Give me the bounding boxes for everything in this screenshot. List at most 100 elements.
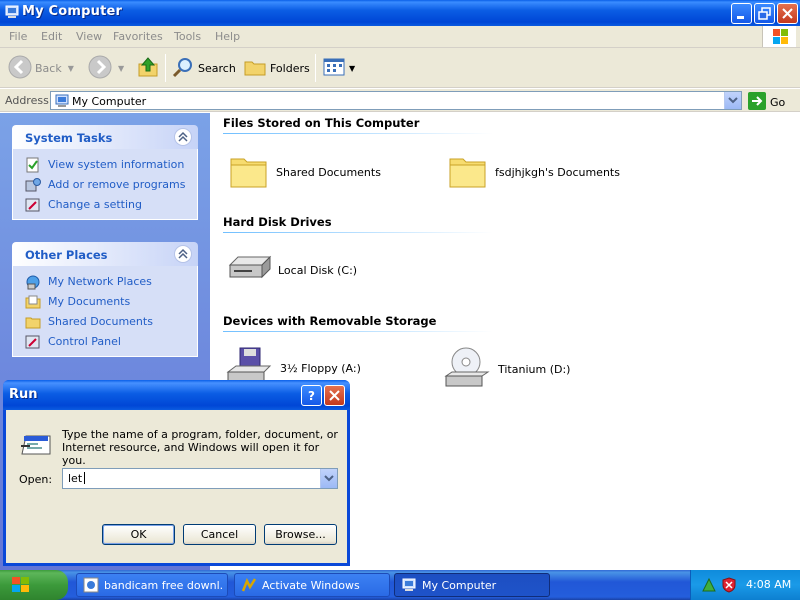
group-title: Hard Disk Drives	[223, 215, 332, 229]
run-icon	[20, 430, 52, 461]
window-titlebar[interactable]: My Computer	[0, 0, 800, 26]
task-my-computer[interactable]: My Computer	[394, 573, 550, 597]
folder-icon	[447, 151, 489, 194]
text-cursor	[84, 472, 86, 484]
titanium-d-item[interactable]: Titanium (D:)	[444, 346, 570, 393]
my-documents-icon	[25, 294, 41, 313]
folders-label: Folders	[270, 61, 310, 75]
up-folder-button[interactable]	[136, 54, 160, 82]
other-places-header[interactable]: Other Places	[12, 242, 198, 266]
system-tasks-panel: System Tasks View system information Add…	[12, 125, 198, 220]
folders-button[interactable]: Folders	[243, 54, 310, 82]
local-disk-c-item[interactable]: Local Disk (C:)	[226, 251, 357, 290]
search-button[interactable]: Search	[171, 54, 236, 82]
windows-logo-icon	[762, 26, 796, 47]
run-body: Type the name of a program, folder, docu…	[6, 410, 347, 563]
svg-text:?: ?	[308, 389, 315, 402]
minimize-button[interactable]	[731, 3, 752, 24]
group-divider	[223, 133, 493, 134]
control-panel-icon	[25, 334, 41, 353]
hard-disk-icon	[226, 251, 272, 290]
task-label: Change a setting	[48, 198, 142, 211]
views-dropdown-icon: ▼	[349, 63, 356, 73]
go-arrow-icon	[748, 92, 766, 113]
place-my-documents[interactable]: My Documents	[13, 292, 197, 312]
address-value: My Computer	[72, 95, 147, 108]
start-button[interactable]	[0, 570, 68, 600]
open-value-text: let	[68, 472, 83, 485]
toolbar-separator	[165, 54, 166, 82]
address-input[interactable]: My Computer	[50, 91, 742, 110]
run-titlebar[interactable]: Run ?	[3, 380, 350, 410]
menu-edit[interactable]: Edit	[41, 30, 62, 43]
address-bar: Address My Computer Go	[0, 89, 800, 112]
ok-button[interactable]: OK	[102, 524, 175, 545]
task-label: bandicam free downl...	[104, 579, 224, 592]
go-label: Go	[770, 96, 786, 109]
search-label: Search	[198, 61, 236, 75]
system-tasks-header[interactable]: System Tasks	[12, 125, 198, 149]
task-add-remove-programs[interactable]: Add or remove programs	[13, 175, 197, 195]
item-label: 3½ Floppy (A:)	[280, 362, 361, 375]
cancel-button[interactable]: Cancel	[183, 524, 256, 545]
collapse-icon[interactable]	[174, 245, 192, 263]
help-button[interactable]: ?	[301, 385, 322, 406]
back-arrow-icon	[8, 55, 32, 82]
task-label: My Computer	[422, 579, 497, 592]
place-my-network-places[interactable]: My Network Places	[13, 272, 197, 292]
control-panel-icon	[25, 197, 41, 216]
task-view-system-information[interactable]: View system information	[13, 155, 197, 175]
folder-icon	[25, 314, 41, 333]
back-button[interactable]: Back ▼	[8, 54, 74, 82]
user-documents-item[interactable]: fsdjhjkgh's Documents	[447, 151, 620, 194]
browse-button[interactable]: Browse...	[264, 524, 337, 545]
group-title: Files Stored on This Computer	[223, 116, 420, 130]
menu-file[interactable]: File	[9, 30, 27, 43]
up-folder-icon	[136, 55, 160, 82]
place-label: Shared Documents	[48, 315, 153, 328]
group-title: Devices with Removable Storage	[223, 314, 437, 328]
back-label: Back	[35, 61, 62, 75]
menu-view[interactable]: View	[76, 30, 102, 43]
views-icon	[322, 55, 346, 82]
task-activate-windows[interactable]: Activate Windows	[234, 573, 390, 597]
views-button[interactable]: ▼	[322, 54, 355, 82]
open-value: let	[68, 472, 86, 485]
close-button[interactable]	[777, 3, 798, 24]
open-input[interactable]: let	[62, 468, 338, 489]
open-dropdown-button[interactable]	[320, 469, 337, 488]
security-shield-icon[interactable]	[721, 577, 737, 596]
shared-documents-item[interactable]: Shared Documents	[228, 151, 381, 194]
forward-button[interactable]: ▼	[88, 54, 124, 82]
task-bandicam[interactable]: bandicam free downl...	[76, 573, 228, 597]
collapse-icon[interactable]	[174, 128, 192, 146]
open-label: Open:	[19, 473, 53, 486]
group-divider	[223, 331, 493, 332]
window-title: My Computer	[22, 4, 123, 19]
computer-icon	[54, 93, 70, 112]
go-button[interactable]: Go	[748, 92, 785, 113]
task-change-setting[interactable]: Change a setting	[13, 195, 197, 215]
toolbar-separator	[315, 54, 316, 82]
activate-windows-icon	[241, 577, 257, 596]
item-label: fsdjhjkgh's Documents	[495, 166, 620, 179]
menu-tools[interactable]: Tools	[174, 30, 201, 43]
back-dropdown-icon[interactable]: ▼	[68, 64, 74, 73]
close-button[interactable]	[324, 385, 345, 406]
place-control-panel[interactable]: Control Panel	[13, 332, 197, 352]
group-divider	[223, 232, 493, 233]
windows-logo-icon	[10, 575, 32, 598]
clock: 4:08 AM	[746, 578, 792, 591]
folders-icon	[243, 55, 267, 82]
restore-button[interactable]	[754, 3, 775, 24]
place-shared-documents[interactable]: Shared Documents	[13, 312, 197, 332]
address-dropdown-button[interactable]	[724, 92, 741, 109]
forward-dropdown-icon[interactable]: ▼	[118, 64, 124, 73]
menu-help[interactable]: Help	[215, 30, 240, 43]
item-label: Titanium (D:)	[498, 363, 571, 376]
menu-favorites[interactable]: Favorites	[113, 30, 163, 43]
files-stored-group: Files Stored on This Computer	[223, 116, 493, 134]
place-label: My Network Places	[48, 275, 152, 288]
other-places-panel: Other Places My Network Places My Docume…	[12, 242, 198, 357]
network-tray-icon[interactable]	[701, 577, 717, 596]
